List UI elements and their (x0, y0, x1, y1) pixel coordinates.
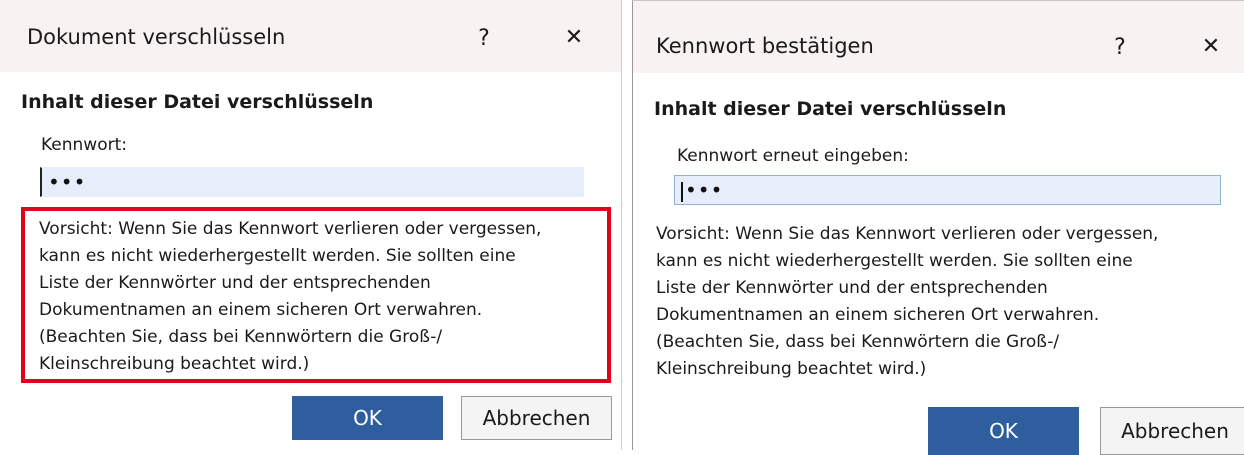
question-mark-icon: ? (478, 25, 490, 51)
password-input[interactable]: ••• (40, 167, 584, 197)
text-caret (681, 181, 683, 202)
reenter-password-label: Kennwort erneut eingeben: (677, 146, 909, 166)
confirm-dialog-close-button[interactable]: ✕ (1189, 26, 1233, 66)
reenter-password-input[interactable]: ••• (674, 175, 1221, 205)
password-warning-text: Vorsicht: Wenn Sie das Kennwort verliere… (656, 224, 1159, 379)
confirm-cancel-button[interactable]: Abbrechen (1100, 407, 1244, 455)
encrypt-dialog-close-button[interactable]: ✕ (552, 17, 596, 57)
confirm-dialog-titlebar: Kennwort bestätigen ? ✕ (633, 1, 1244, 73)
confirm-ok-button[interactable]: OK (928, 407, 1079, 455)
password-warning-text-highlighted: Vorsicht: Wenn Sie das Kennwort verliere… (21, 207, 611, 383)
password-mask: ••• (48, 170, 87, 194)
confirm-section-heading: Inhalt dieser Datei verschlüsseln (654, 98, 1007, 120)
encrypt-dialog-title: Dokument verschlüsseln (27, 25, 286, 49)
encrypt-cancel-button[interactable]: Abbrechen (461, 396, 612, 440)
close-icon: ✕ (564, 24, 584, 50)
encrypt-dialog-help-button[interactable]: ? (462, 18, 506, 58)
password-field-label: Kennwort: (41, 135, 127, 155)
confirm-dialog-help-button[interactable]: ? (1098, 27, 1142, 67)
question-mark-icon: ? (1114, 34, 1126, 60)
encrypt-dialog-titlebar: Dokument verschlüsseln ? ✕ (0, 0, 621, 72)
encrypt-document-dialog: Dokument verschlüsseln ? ✕ Inhalt dieser… (0, 0, 622, 450)
password-mask: ••• (685, 178, 724, 202)
close-icon: ✕ (1201, 33, 1221, 59)
dialog-separator (622, 0, 632, 450)
encrypt-ok-button[interactable]: OK (292, 396, 443, 440)
confirm-password-dialog: Kennwort bestätigen ? ✕ Inhalt dieser Da… (632, 0, 1244, 455)
confirm-dialog-title: Kennwort bestätigen (656, 34, 874, 58)
encrypt-section-heading: Inhalt dieser Datei verschlüsseln (21, 91, 374, 113)
